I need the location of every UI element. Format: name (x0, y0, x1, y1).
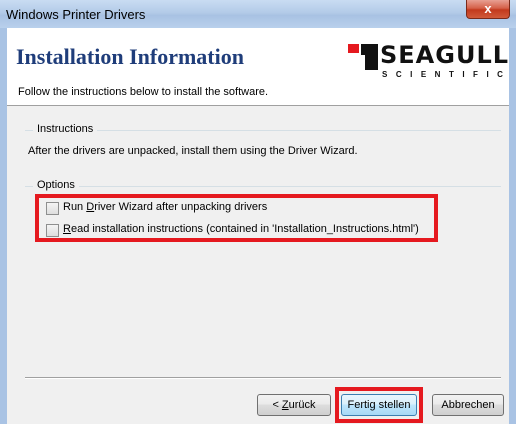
options-label: Options (33, 179, 79, 191)
close-icon: x (484, 1, 492, 16)
window-frame-left (0, 28, 7, 424)
instructions-text: After the drivers are unpacked, install … (28, 145, 358, 157)
cancel-button[interactable]: Abbrechen (432, 394, 504, 416)
options-group: Options (25, 179, 501, 191)
wizard-header: Installation Information Follow the inst… (7, 28, 509, 106)
instructions-label: Instructions (33, 123, 98, 135)
logo-word: SEAGULL (380, 41, 510, 69)
close-button[interactable]: x (466, 0, 510, 19)
page-subtitle: Follow the instructions below to install… (18, 86, 269, 98)
title-bar: Windows Printer Drivers x (0, 0, 516, 29)
page-title: Installation Information (16, 44, 244, 69)
instructions-group: Instructions After the drivers are unpac… (25, 123, 501, 157)
logo-subword: SCIENTIFIC (382, 70, 512, 79)
finish-highlight-box (335, 387, 423, 423)
options-highlight-box (35, 194, 438, 242)
window-frame-right (509, 28, 516, 424)
footer-separator (25, 377, 501, 379)
back-button[interactable]: < Zurück (257, 394, 331, 416)
window-title: Windows Printer Drivers (6, 7, 146, 22)
dialog-body: Installation Information Follow the inst… (7, 28, 509, 424)
seagull-logo-mark-icon (348, 44, 378, 70)
seagull-logo: SEAGULL SCIENTIFIC (348, 41, 512, 83)
